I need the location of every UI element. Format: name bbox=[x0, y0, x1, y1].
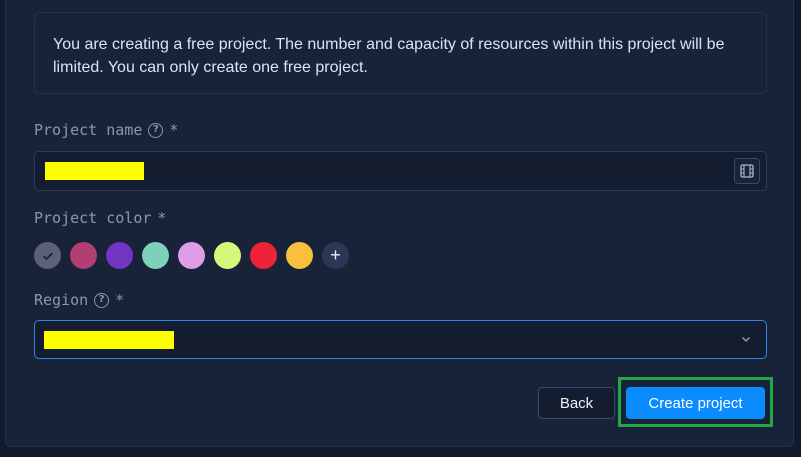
add-color-button[interactable]: + bbox=[322, 242, 349, 269]
project-name-input[interactable] bbox=[34, 151, 767, 191]
create-project-panel: You are creating a free project. The num… bbox=[5, 0, 794, 447]
create-project-button[interactable]: Create project bbox=[626, 387, 765, 419]
back-button[interactable]: Back bbox=[538, 387, 615, 419]
redacted-region-value bbox=[44, 331, 174, 349]
color-swatch-purple[interactable] bbox=[106, 242, 133, 269]
notice-text: You are creating a free project. The num… bbox=[53, 36, 725, 76]
back-button-label: Back bbox=[559, 394, 594, 412]
project-name-label: Project name ? * bbox=[34, 121, 178, 139]
plus-icon: + bbox=[330, 245, 341, 265]
color-swatch-lime[interactable] bbox=[214, 242, 241, 269]
color-swatch-red[interactable] bbox=[250, 242, 277, 269]
project-color-label: Project color * bbox=[34, 209, 166, 227]
color-swatch-yellow[interactable] bbox=[286, 242, 313, 269]
film-icon[interactable] bbox=[734, 158, 760, 184]
region-select[interactable] bbox=[34, 320, 767, 359]
project-color-label-text: Project color bbox=[34, 209, 152, 227]
required-mark: * bbox=[157, 209, 167, 227]
help-circle-icon[interactable]: ? bbox=[148, 122, 164, 138]
color-swatch-magenta[interactable] bbox=[70, 242, 97, 269]
required-mark: * bbox=[169, 121, 179, 139]
color-swatch-gray[interactable] bbox=[34, 242, 61, 269]
color-swatch-list: + bbox=[34, 242, 349, 269]
color-swatch-lavender[interactable] bbox=[178, 242, 205, 269]
region-label-text: Region bbox=[34, 291, 89, 309]
required-mark: * bbox=[115, 291, 125, 309]
check-icon bbox=[42, 251, 53, 260]
region-label: Region ? * bbox=[34, 291, 124, 309]
redacted-project-name bbox=[45, 162, 144, 180]
project-name-label-text: Project name bbox=[34, 121, 143, 139]
free-project-notice: You are creating a free project. The num… bbox=[34, 12, 767, 94]
create-project-button-label: Create project bbox=[648, 394, 743, 412]
help-circle-icon[interactable]: ? bbox=[94, 292, 110, 308]
chevron-down-icon bbox=[741, 336, 751, 343]
color-swatch-teal[interactable] bbox=[142, 242, 169, 269]
